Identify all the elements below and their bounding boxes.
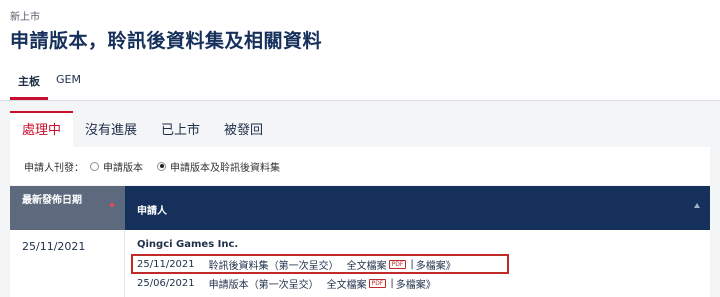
status-panel: 處理中 沒有進展 已上市 被發回 申請人刊發： 申請版本 申請版本及聆訊後資料集… <box>0 101 720 297</box>
radio-button-icon[interactable] <box>90 161 99 171</box>
document-date: 25/06/2021 <box>137 277 195 289</box>
filter-label: 申請人刊發： <box>24 162 84 174</box>
column-header-date-label: 最新發佈日期 <box>22 195 82 206</box>
document-line-application: 25/06/2021 申請版本（第一次呈交） 全文檔案 PDF | 多檔案 》 <box>137 274 710 292</box>
multiple-files-link[interactable]: 多檔案 <box>396 276 426 291</box>
pdf-icon: PDF <box>368 278 387 288</box>
radio-button-checked-icon[interactable] <box>157 161 166 171</box>
pdf-icon: PDF <box>388 259 407 269</box>
tab-returned[interactable]: 被發回 <box>212 111 275 147</box>
results-table: 最新發佈日期 申請人 25/11/2021 Qingci Games Inc. … <box>10 186 710 297</box>
filter-row: 申請人刊發： 申請版本 申請版本及聆訊後資料集 <box>10 147 710 185</box>
row-date: 25/11/2021 <box>10 230 125 297</box>
tab-processing[interactable]: 處理中 <box>10 111 74 147</box>
multiple-files-link[interactable]: 多檔案 <box>416 257 446 272</box>
chevron-right-icon[interactable]: 》 <box>426 276 436 291</box>
sort-ascending-icon <box>694 203 700 208</box>
document-title: 申請版本（第一次呈交） <box>208 279 319 291</box>
table-row: 25/11/2021 Qingci Games Inc. 25/11/2021 … <box>10 230 710 297</box>
separator: | <box>390 277 394 289</box>
status-tabs: 處理中 沒有進展 已上市 被發回 <box>10 111 275 147</box>
table-header: 最新發佈日期 申請人 <box>10 186 710 230</box>
radio-label: 申請版本及聆訊後資料集 <box>170 162 280 174</box>
document-title: 聆訊後資料集（第一次呈交） <box>208 260 339 272</box>
radio-label: 申請版本 <box>103 162 143 174</box>
column-header-date[interactable]: 最新發佈日期 <box>10 186 125 230</box>
radio-application-and-phip[interactable]: 申請版本及聆訊後資料集 <box>157 159 280 174</box>
breadcrumb[interactable]: 新上市 <box>10 8 40 23</box>
company-name: Qingci Games Inc. <box>137 239 239 250</box>
tab-main-board[interactable]: 主板 <box>10 70 48 100</box>
tab-listed[interactable]: 已上市 <box>149 111 212 147</box>
radio-application-version[interactable]: 申請版本 <box>90 159 143 174</box>
tab-gem[interactable]: GEM <box>48 70 89 100</box>
page-title: 申請版本，聆訊後資料集及相關資料 <box>10 30 323 52</box>
separator: | <box>410 258 414 270</box>
document-line-phip: 25/11/2021 聆訊後資料集（第一次呈交） 全文檔案 PDF | 多檔案 … <box>131 254 509 274</box>
document-date: 25/11/2021 <box>137 258 195 270</box>
sort-indicator-icon <box>110 203 114 207</box>
column-header-applicant[interactable]: 申請人 <box>125 186 710 230</box>
row-applicant: Qingci Games Inc. 25/11/2021 聆訊後資料集（第一次呈… <box>125 230 710 297</box>
tab-no-progress[interactable]: 沒有進展 <box>73 111 149 147</box>
full-document-link[interactable]: 全文檔案 <box>327 276 367 291</box>
board-tabs: 主板 GEM <box>10 70 89 100</box>
full-document-link[interactable]: 全文檔案 <box>347 257 387 272</box>
column-header-applicant-label: 申請人 <box>137 206 167 217</box>
chevron-right-icon[interactable]: 》 <box>446 257 456 272</box>
